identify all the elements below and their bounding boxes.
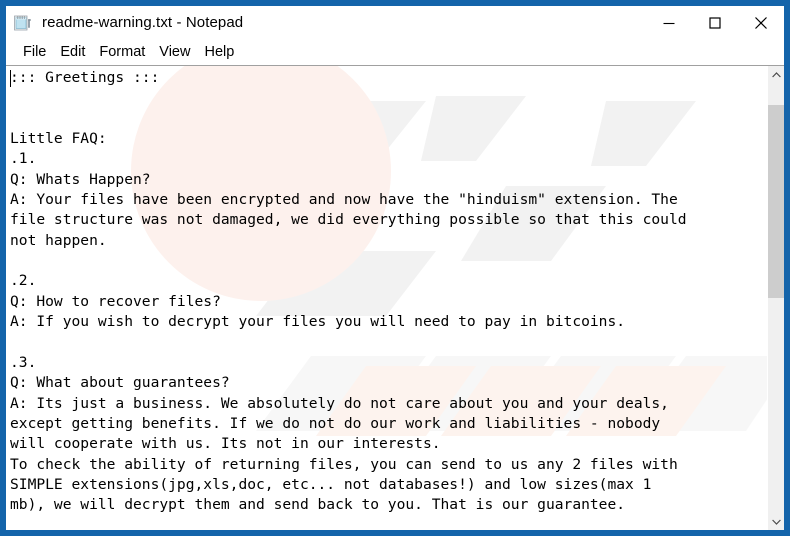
menu-bar: File Edit Format View Help	[6, 40, 784, 65]
close-button[interactable]	[738, 6, 784, 40]
title-bar-left: readme-warning.txt - Notepad	[6, 13, 646, 33]
minimize-button[interactable]	[646, 6, 692, 40]
notepad-icon	[13, 13, 33, 33]
window-client-area: readme-warning.txt - Notepad File Edit F…	[6, 6, 784, 530]
text-document[interactable]: ::: Greetings ::: Little FAQ: .1. Q: Wha…	[6, 66, 767, 530]
scrollbar-thumb[interactable]	[768, 104, 784, 298]
text-caret	[10, 70, 11, 87]
editor-area: ::: Greetings ::: Little FAQ: .1. Q: Wha…	[6, 65, 784, 530]
window-title: readme-warning.txt - Notepad	[42, 14, 244, 31]
window-controls	[646, 6, 784, 40]
title-bar[interactable]: readme-warning.txt - Notepad	[6, 6, 784, 40]
vertical-scrollbar[interactable]	[767, 66, 784, 530]
scrollbar-track[interactable]	[768, 83, 784, 513]
scroll-down-arrow-icon[interactable]	[768, 513, 784, 530]
menu-item-view[interactable]: View	[152, 40, 197, 65]
ransom-note-text: ::: Greetings ::: Little FAQ: .1. Q: Wha…	[10, 69, 687, 514]
menu-item-file[interactable]: File	[16, 40, 53, 65]
menu-item-format[interactable]: Format	[92, 40, 152, 65]
menu-item-edit[interactable]: Edit	[53, 40, 92, 65]
scroll-up-arrow-icon[interactable]	[768, 66, 784, 83]
maximize-button[interactable]	[692, 6, 738, 40]
menu-item-help[interactable]: Help	[197, 40, 241, 65]
notepad-window: readme-warning.txt - Notepad File Edit F…	[0, 0, 790, 536]
